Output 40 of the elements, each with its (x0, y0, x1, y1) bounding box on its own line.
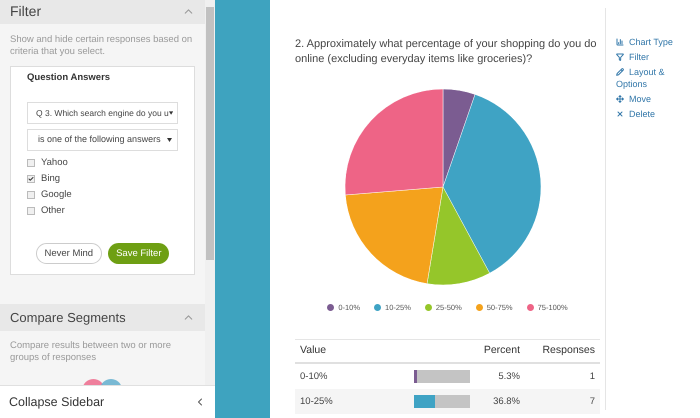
table-cell-text: 10-25% (300, 394, 334, 409)
table-cell-text: 1 (588, 370, 595, 384)
action-icon (616, 38, 624, 46)
table-cell-text: 7 (588, 394, 595, 409)
column-header: Responses (541, 343, 595, 358)
condition-select[interactable]: is one of the following answers (27, 129, 178, 152)
checkbox[interactable] (27, 158, 35, 167)
option-label: Bing (41, 172, 60, 186)
column-header: Percent (482, 343, 520, 358)
cancel-button[interactable]: Never Mind (36, 243, 102, 264)
option-label: Yahoo (41, 156, 68, 170)
action-icon (616, 68, 624, 76)
column-header: Value (300, 343, 328, 358)
compare-description: Compare results between two or more groups of responses (9, 340, 172, 364)
card-title: Question Answers (26, 70, 112, 85)
option-label: Google (41, 188, 72, 202)
table-cell-text: 36.8% (492, 394, 520, 409)
checkbox[interactable] (27, 190, 35, 199)
action-icon (616, 110, 624, 118)
checkbox[interactable] (27, 206, 35, 215)
dropdown-icon (168, 111, 173, 116)
chart-action-link[interactable]: Chart Type (616, 36, 676, 48)
scrollbar[interactable] (205, 0, 215, 385)
dropdown-icon (167, 138, 172, 142)
filter-description: Show and hide certain responses based on criteria that you select. (9, 34, 194, 58)
action-icon (616, 53, 624, 61)
option-label: Other (41, 204, 65, 218)
checkbox[interactable] (27, 174, 35, 183)
chart-action-link[interactable]: Layout & Options (616, 66, 676, 90)
table-cell-text: 5.3% (497, 370, 520, 384)
chart-action-link[interactable]: Delete (616, 108, 676, 120)
question-select[interactable]: Q 3. Which search engine do you u (27, 102, 178, 124)
chart-action-link[interactable]: Filter (616, 51, 676, 63)
question-title: 2. Approximately what percentage of your shopping do you do online (excluding everyday items like groceries)? (295, 37, 598, 67)
table-cell-text: 0-10% (300, 370, 328, 384)
section-title: Compare Segments (10, 308, 126, 327)
save-filter-button[interactable]: Save Filter (108, 243, 170, 264)
action-icon (616, 95, 624, 103)
section-title: Filter (10, 2, 42, 22)
chart-action-link[interactable]: Move (616, 93, 676, 105)
